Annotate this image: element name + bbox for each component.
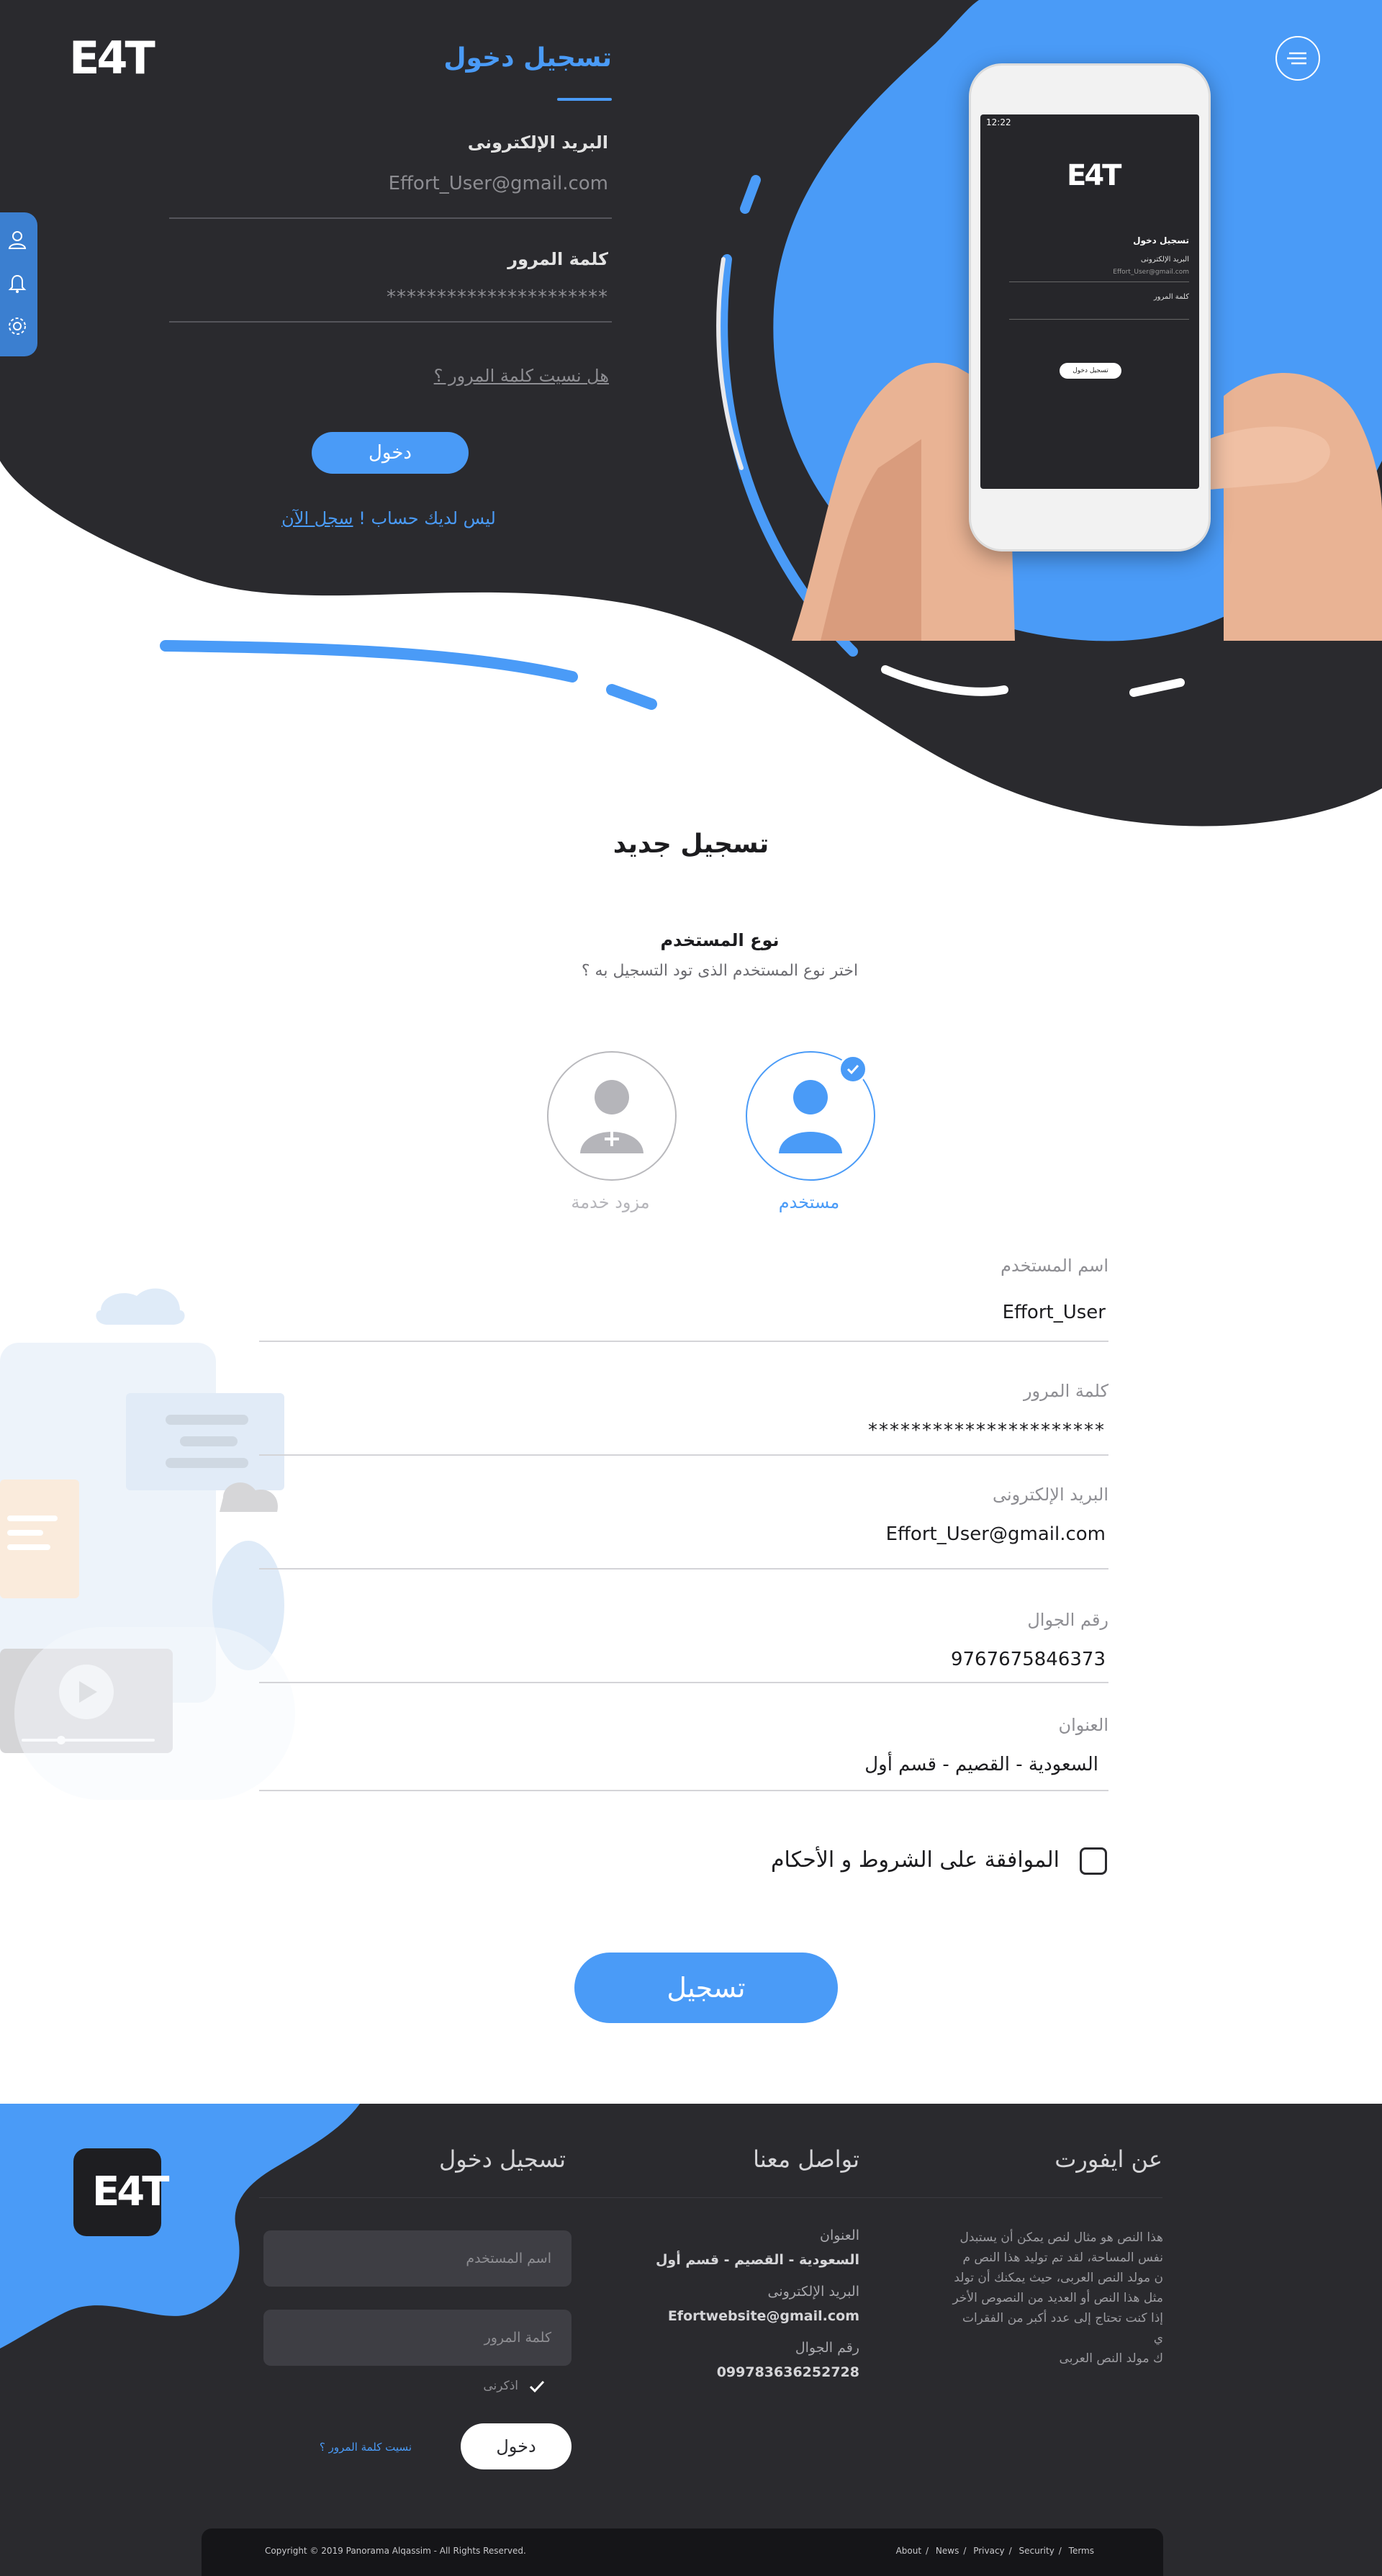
login-email-underline <box>169 217 612 219</box>
phone-login-title: تسجيل دخول <box>1133 235 1189 246</box>
nav-terms[interactable]: Terms <box>1069 2546 1094 2556</box>
login-button[interactable]: دخول <box>312 432 469 474</box>
footer-about-title: عن ايفورت <box>1054 2145 1162 2173</box>
login-password-underline <box>169 321 612 323</box>
nav-privacy[interactable]: Privacy <box>973 2546 1004 2556</box>
username-input[interactable]: Effort_User <box>705 1302 1106 1323</box>
footer-logo-box[interactable]: E4T <box>73 2148 169 2236</box>
login-title: تسجيل دخول <box>443 43 612 73</box>
forgot-password-link[interactable]: هل نسيت كلمة المرور ؟ <box>360 366 609 386</box>
brand-logo[interactable]: E4T <box>69 32 155 84</box>
no-account-label: ليس لديك حساب ! <box>358 508 496 528</box>
menu-button[interactable] <box>1275 36 1320 81</box>
login-password-field[interactable]: ********************** <box>288 287 608 308</box>
person-add-icon <box>580 1080 643 1153</box>
footer-address-value: السعودية - القصيم - قسم أول <box>655 2252 859 2268</box>
footer-divider <box>259 2197 1162 2198</box>
about-line: نفس المساحة، لقد تم توليد هذا النص م <box>962 2251 1163 2265</box>
email-underline <box>259 1568 1108 1570</box>
address-input[interactable]: السعودية - القصيم - قسم أول <box>691 1754 1098 1775</box>
footer-address-label: العنوان <box>819 2228 859 2243</box>
phone-mockup: 12:22 E4T تسجيل دخول البريد الإلكترونى E… <box>969 63 1211 551</box>
footer-about-text: هذا النص هو مثال لنص يمكن أن يستبدل نفس … <box>950 2228 1164 2369</box>
address-underline <box>259 1790 1108 1791</box>
username-underline <box>259 1341 1108 1342</box>
footer-contact-title: تواصل معنا <box>753 2145 859 2173</box>
register-title: تسجيل جديد <box>613 829 769 859</box>
about-line: هذا النص هو مثال لنص يمكن أن يستبدل <box>959 2230 1163 2245</box>
user-type-provider-label: مزود خدمة <box>571 1192 650 1212</box>
phone-time: 12:22 <box>986 117 1011 127</box>
footer-logo: E4T <box>92 2169 169 2215</box>
mobile-underline <box>259 1682 1108 1683</box>
hamburger-icon <box>1287 52 1306 65</box>
phone-email-label: البريد الإلكترونى <box>1140 256 1189 264</box>
nav-about[interactable]: About <box>896 2546 921 2556</box>
remember-label: اذكرنى <box>483 2379 518 2393</box>
checkmark-icon <box>529 2380 545 2393</box>
email-label: البريد الإلكترونى <box>992 1485 1108 1505</box>
address-label: العنوان <box>1058 1715 1109 1735</box>
footer-forgot-link[interactable]: نسيت كلمة المرور ؟ <box>288 2441 412 2454</box>
login-email-field[interactable]: Effort_User@gmail.com <box>288 173 608 194</box>
phone-password-label: كلمة المرور <box>1153 293 1189 301</box>
about-line: مثل هذا النص أو العديد من النصوص الأخر <box>952 2291 1164 2305</box>
user-icon[interactable] <box>3 225 32 254</box>
footer-password-input[interactable]: كلمة المرور <box>263 2310 572 2366</box>
phone-logo: E4T <box>1067 159 1121 192</box>
side-toolbar <box>0 212 37 356</box>
terms-label: الموافقة على الشروط و الأحكام <box>770 1847 1060 1873</box>
mobile-input[interactable]: 9767675846373 <box>705 1649 1106 1670</box>
footer-email-value[interactable]: Efortwebsite@gmail.com <box>648 2308 859 2324</box>
footer-nav: About / News / Privacy / Security / Terms <box>895 2546 1094 2556</box>
about-line: ك مولد النص العربى <box>1059 2351 1163 2366</box>
footer-phone-label: رقم الجوال <box>795 2340 859 2356</box>
password-input[interactable]: ********************** <box>705 1420 1106 1441</box>
username-label: اسم المستخدم <box>1001 1256 1108 1276</box>
about-line: إذا كنت تحتاج إلى عدد أكبر من الفقرات ي <box>962 2311 1163 2346</box>
footer-username-input[interactable]: اسم المستخدم <box>263 2230 572 2287</box>
copyright-bar: Copyright © 2019 Panorama Alqassim - All… <box>202 2528 1163 2576</box>
phone-password-line <box>1009 319 1189 320</box>
terms-checkbox[interactable] <box>1080 1847 1107 1875</box>
register-submit-button[interactable]: تسجيل <box>574 1953 838 2023</box>
password-underline <box>259 1454 1108 1456</box>
phone-login-button: تسجيل دخول <box>1060 363 1121 379</box>
mobile-label: رقم الجوال <box>1027 1610 1108 1630</box>
user-type-user-label: مستخدم <box>778 1192 840 1212</box>
login-password-label: كلمة المرور <box>507 249 608 269</box>
copyright-text: Copyright © 2019 Panorama Alqassim - All… <box>265 2546 526 2556</box>
user-type-provider[interactable] <box>547 1051 677 1181</box>
footer-email-label: البريد الإلكترونى <box>767 2284 860 2300</box>
footer-login-button[interactable]: دخول <box>461 2423 572 2469</box>
login-title-underline <box>557 98 612 101</box>
remember-checkbox[interactable] <box>526 2376 548 2397</box>
email-input[interactable]: Effort_User@gmail.com <box>705 1523 1106 1545</box>
footer-login-title: تسجيل دخول <box>439 2145 566 2173</box>
phone-email-value: Effort_User@gmail.com <box>1113 269 1189 276</box>
nav-news[interactable]: News <box>936 2546 959 2556</box>
phone-screen: 12:22 E4T تسجيل دخول البريد الإلكترونى E… <box>980 114 1199 489</box>
login-email-label: البريد الإلكترونى <box>467 132 608 153</box>
user-type-title: نوع المستخدم <box>660 930 780 950</box>
check-badge-icon <box>839 1055 867 1084</box>
footer-phone-value[interactable]: 099783636252728 <box>648 2364 859 2380</box>
user-type-subtitle: اختر نوع المستخدم الذى تود التسجيل به ؟ <box>581 962 859 980</box>
register-now-link[interactable]: سجل الآن <box>281 508 353 528</box>
bell-icon[interactable] <box>3 269 32 297</box>
decorative-illustration <box>0 1288 295 1800</box>
nav-security[interactable]: Security <box>1019 2546 1054 2556</box>
about-line: ن مولد النص العربى، حيث يمكنك أن تولد <box>954 2271 1163 2285</box>
settings-icon[interactable] <box>3 312 32 341</box>
password-label: كلمة المرور <box>1023 1381 1108 1401</box>
no-account-text: ليس لديك حساب ! سجل الآن <box>245 508 533 528</box>
